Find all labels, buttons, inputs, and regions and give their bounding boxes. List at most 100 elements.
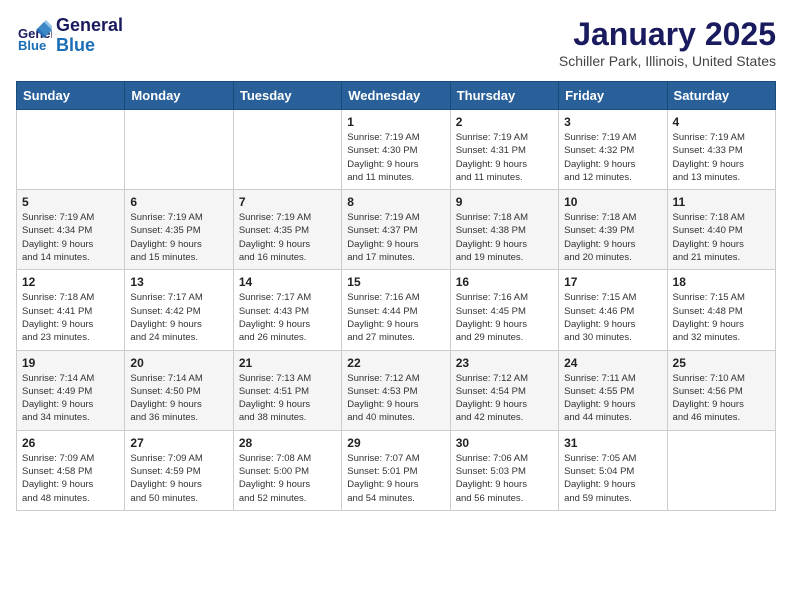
calendar-cell: 31Sunrise: 7:05 AM Sunset: 5:04 PM Dayli… <box>559 430 667 510</box>
calendar-cell: 4 Sunrise: 7:19 AM Sunset: 4:33 PM Daylig… <box>667 110 775 190</box>
calendar-cell: 1 Sunrise: 7:19 AM Sunset: 4:30 PM Daylig… <box>342 110 450 190</box>
day-info: Sunrise: 7:06 AM Sunset: 5:03 PM Dayligh… <box>456 452 553 505</box>
day-info: Sunrise: 7:19 AM Sunset: 4:33 PM Dayligh… <box>673 131 770 184</box>
calendar-cell: 10 Sunrise: 7:18 AM Sunset: 4:39 PM Dayli… <box>559 190 667 270</box>
calendar-cell: 24Sunrise: 7:11 AM Sunset: 4:55 PM Dayli… <box>559 350 667 430</box>
calendar-week-row: 12 Sunrise: 7:18 AM Sunset: 4:41 PM Dayli… <box>17 270 776 350</box>
day-number: 27 <box>130 436 227 450</box>
calendar-cell: 12 Sunrise: 7:18 AM Sunset: 4:41 PM Dayli… <box>17 270 125 350</box>
calendar-cell: 30 Sunrise: 7:06 AM Sunset: 5:03 PM Dayli… <box>450 430 558 510</box>
calendar-cell: 19 Sunrise: 7:14 AM Sunset: 4:49 PM Dayli… <box>17 350 125 430</box>
day-info: Sunrise: 7:17 AM Sunset: 4:42 PM Dayligh… <box>130 291 227 344</box>
calendar-cell: 7 Sunrise: 7:19 AM Sunset: 4:35 PM Daylig… <box>233 190 341 270</box>
page-header: General Blue General Blue January 2025 S… <box>16 16 776 69</box>
calendar-week-row: 19 Sunrise: 7:14 AM Sunset: 4:49 PM Dayli… <box>17 350 776 430</box>
calendar-cell: 27 Sunrise: 7:09 AM Sunset: 4:59 PM Dayli… <box>125 430 233 510</box>
day-number: 15 <box>347 275 444 289</box>
day-info: Sunrise: 7:15 AM Sunset: 4:48 PM Dayligh… <box>673 291 770 344</box>
svg-text:Blue: Blue <box>18 38 46 53</box>
day-info: Sunrise: 7:07 AM Sunset: 5:01 PM Dayligh… <box>347 452 444 505</box>
calendar-cell: 11Sunrise: 7:18 AM Sunset: 4:40 PM Dayli… <box>667 190 775 270</box>
day-info: Sunrise: 7:18 AM Sunset: 4:41 PM Dayligh… <box>22 291 119 344</box>
day-info: Sunrise: 7:14 AM Sunset: 4:50 PM Dayligh… <box>130 372 227 425</box>
weekday-header: Tuesday <box>233 82 341 110</box>
day-info: Sunrise: 7:18 AM Sunset: 4:39 PM Dayligh… <box>564 211 661 264</box>
title-block: January 2025 Schiller Park, Illinois, Un… <box>559 16 776 69</box>
weekday-header: Monday <box>125 82 233 110</box>
calendar-cell: 2 Sunrise: 7:19 AM Sunset: 4:31 PM Daylig… <box>450 110 558 190</box>
weekday-header: Sunday <box>17 82 125 110</box>
day-info: Sunrise: 7:19 AM Sunset: 4:31 PM Dayligh… <box>456 131 553 184</box>
day-number: 10 <box>564 195 661 209</box>
day-number: 17 <box>564 275 661 289</box>
calendar-week-row: 26Sunrise: 7:09 AM Sunset: 4:58 PM Dayli… <box>17 430 776 510</box>
calendar-cell: 21Sunrise: 7:13 AM Sunset: 4:51 PM Dayli… <box>233 350 341 430</box>
day-info: Sunrise: 7:13 AM Sunset: 4:51 PM Dayligh… <box>239 372 336 425</box>
day-number: 29 <box>347 436 444 450</box>
day-info: Sunrise: 7:14 AM Sunset: 4:49 PM Dayligh… <box>22 372 119 425</box>
day-number: 4 <box>673 115 770 129</box>
day-number: 6 <box>130 195 227 209</box>
calendar-cell: 26Sunrise: 7:09 AM Sunset: 4:58 PM Dayli… <box>17 430 125 510</box>
weekday-header: Wednesday <box>342 82 450 110</box>
calendar-cell: 17Sunrise: 7:15 AM Sunset: 4:46 PM Dayli… <box>559 270 667 350</box>
calendar-cell: 9 Sunrise: 7:18 AM Sunset: 4:38 PM Daylig… <box>450 190 558 270</box>
weekday-header: Thursday <box>450 82 558 110</box>
calendar-week-row: 1 Sunrise: 7:19 AM Sunset: 4:30 PM Daylig… <box>17 110 776 190</box>
calendar-subtitle: Schiller Park, Illinois, United States <box>559 53 776 69</box>
day-number: 25 <box>673 356 770 370</box>
calendar-cell: 16Sunrise: 7:16 AM Sunset: 4:45 PM Dayli… <box>450 270 558 350</box>
day-number: 7 <box>239 195 336 209</box>
calendar-cell: 6Sunrise: 7:19 AM Sunset: 4:35 PM Daylig… <box>125 190 233 270</box>
calendar-cell: 20Sunrise: 7:14 AM Sunset: 4:50 PM Dayli… <box>125 350 233 430</box>
weekday-header: Friday <box>559 82 667 110</box>
day-number: 18 <box>673 275 770 289</box>
day-info: Sunrise: 7:17 AM Sunset: 4:43 PM Dayligh… <box>239 291 336 344</box>
calendar-cell: 8 Sunrise: 7:19 AM Sunset: 4:37 PM Daylig… <box>342 190 450 270</box>
calendar-cell: 29 Sunrise: 7:07 AM Sunset: 5:01 PM Dayli… <box>342 430 450 510</box>
day-info: Sunrise: 7:18 AM Sunset: 4:38 PM Dayligh… <box>456 211 553 264</box>
day-info: Sunrise: 7:19 AM Sunset: 4:35 PM Dayligh… <box>239 211 336 264</box>
day-info: Sunrise: 7:12 AM Sunset: 4:53 PM Dayligh… <box>347 372 444 425</box>
calendar-cell: 25 Sunrise: 7:10 AM Sunset: 4:56 PM Dayli… <box>667 350 775 430</box>
day-info: Sunrise: 7:09 AM Sunset: 4:59 PM Dayligh… <box>130 452 227 505</box>
day-number: 14 <box>239 275 336 289</box>
calendar-table: SundayMondayTuesdayWednesdayThursdayFrid… <box>16 81 776 511</box>
day-number: 3 <box>564 115 661 129</box>
day-number: 5 <box>22 195 119 209</box>
calendar-cell <box>667 430 775 510</box>
day-info: Sunrise: 7:19 AM Sunset: 4:30 PM Dayligh… <box>347 131 444 184</box>
day-number: 22 <box>347 356 444 370</box>
calendar-cell: 13Sunrise: 7:17 AM Sunset: 4:42 PM Dayli… <box>125 270 233 350</box>
calendar-cell: 18 Sunrise: 7:15 AM Sunset: 4:48 PM Dayli… <box>667 270 775 350</box>
calendar-cell <box>233 110 341 190</box>
day-info: Sunrise: 7:05 AM Sunset: 5:04 PM Dayligh… <box>564 452 661 505</box>
day-number: 11 <box>673 195 770 209</box>
day-number: 8 <box>347 195 444 209</box>
weekday-header: Saturday <box>667 82 775 110</box>
logo-text: General Blue <box>56 16 123 56</box>
logo-icon: General Blue <box>16 18 52 54</box>
day-info: Sunrise: 7:19 AM Sunset: 4:34 PM Dayligh… <box>22 211 119 264</box>
day-number: 16 <box>456 275 553 289</box>
day-info: Sunrise: 7:16 AM Sunset: 4:44 PM Dayligh… <box>347 291 444 344</box>
day-number: 30 <box>456 436 553 450</box>
day-number: 1 <box>347 115 444 129</box>
calendar-cell <box>125 110 233 190</box>
day-number: 2 <box>456 115 553 129</box>
calendar-cell: 28Sunrise: 7:08 AM Sunset: 5:00 PM Dayli… <box>233 430 341 510</box>
calendar-week-row: 5 Sunrise: 7:19 AM Sunset: 4:34 PM Daylig… <box>17 190 776 270</box>
day-info: Sunrise: 7:10 AM Sunset: 4:56 PM Dayligh… <box>673 372 770 425</box>
calendar-header-row: SundayMondayTuesdayWednesdayThursdayFrid… <box>17 82 776 110</box>
day-number: 12 <box>22 275 119 289</box>
day-info: Sunrise: 7:19 AM Sunset: 4:37 PM Dayligh… <box>347 211 444 264</box>
day-number: 23 <box>456 356 553 370</box>
calendar-cell: 5 Sunrise: 7:19 AM Sunset: 4:34 PM Daylig… <box>17 190 125 270</box>
logo: General Blue General Blue <box>16 16 123 56</box>
calendar-cell: 15 Sunrise: 7:16 AM Sunset: 4:44 PM Dayli… <box>342 270 450 350</box>
day-number: 9 <box>456 195 553 209</box>
day-info: Sunrise: 7:08 AM Sunset: 5:00 PM Dayligh… <box>239 452 336 505</box>
day-number: 19 <box>22 356 119 370</box>
calendar-title: January 2025 <box>559 16 776 53</box>
calendar-cell: 14 Sunrise: 7:17 AM Sunset: 4:43 PM Dayli… <box>233 270 341 350</box>
